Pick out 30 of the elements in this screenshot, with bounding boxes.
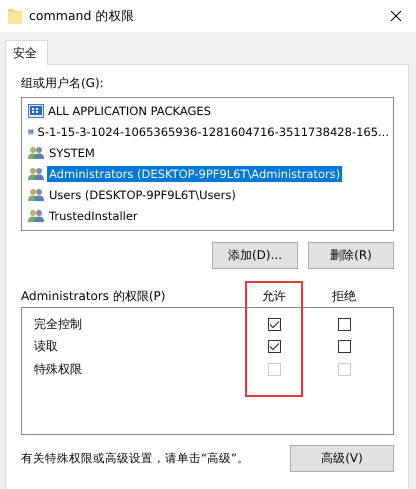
list-button[interactable]: 添加(D)... — [212, 242, 298, 269]
list-label: 组或用户名(G): — [21, 75, 104, 92]
list-item[interactable]: S-1-15-3-1024-1065365936-1281604716-3511738428-165... — [36, 124, 391, 140]
hint-text: 有关特殊权限或高级设置，请单击“高级”。 — [21, 451, 249, 466]
close-icon[interactable] — [390, 10, 402, 22]
users-icon — [28, 188, 45, 202]
permission-name: 读取 — [34, 338, 58, 356]
column-header: 允许 — [262, 288, 286, 302]
checkbox[interactable] — [338, 340, 350, 354]
window-title: command 的权限 — [29, 8, 136, 24]
list-item[interactable]: TrustedInstaller — [47, 208, 140, 224]
list-item[interactable]: SYSTEM — [47, 144, 97, 160]
permission-name: 完全控制 — [34, 316, 82, 333]
users-icon — [28, 166, 45, 180]
checkbox[interactable] — [268, 318, 280, 331]
users-icon — [28, 146, 45, 160]
column-header: 拒绝 — [332, 288, 356, 302]
computer-group-icon — [28, 104, 44, 118]
checkbox[interactable] — [338, 318, 350, 331]
list-item[interactable]: Administrators (DESKTOP-9PF9L6T\Administrators) — [47, 166, 342, 182]
list-item[interactable]: Users (DESKTOP-9PF9L6T\Users) — [47, 186, 238, 202]
tab[interactable]: 安全 — [5, 40, 48, 65]
users-icon — [28, 208, 45, 222]
checkbox[interactable] — [268, 340, 280, 354]
permissions-label: Administrators 的权限(P) — [21, 288, 166, 304]
advanced-button[interactable]: 高级(V) — [290, 445, 394, 472]
permission-name: 特殊权限 — [34, 360, 82, 378]
list-item[interactable]: ALL APPLICATION PACKAGES — [46, 102, 213, 118]
folder-icon — [8, 8, 22, 24]
list-button[interactable]: 删除(R) — [308, 242, 394, 269]
